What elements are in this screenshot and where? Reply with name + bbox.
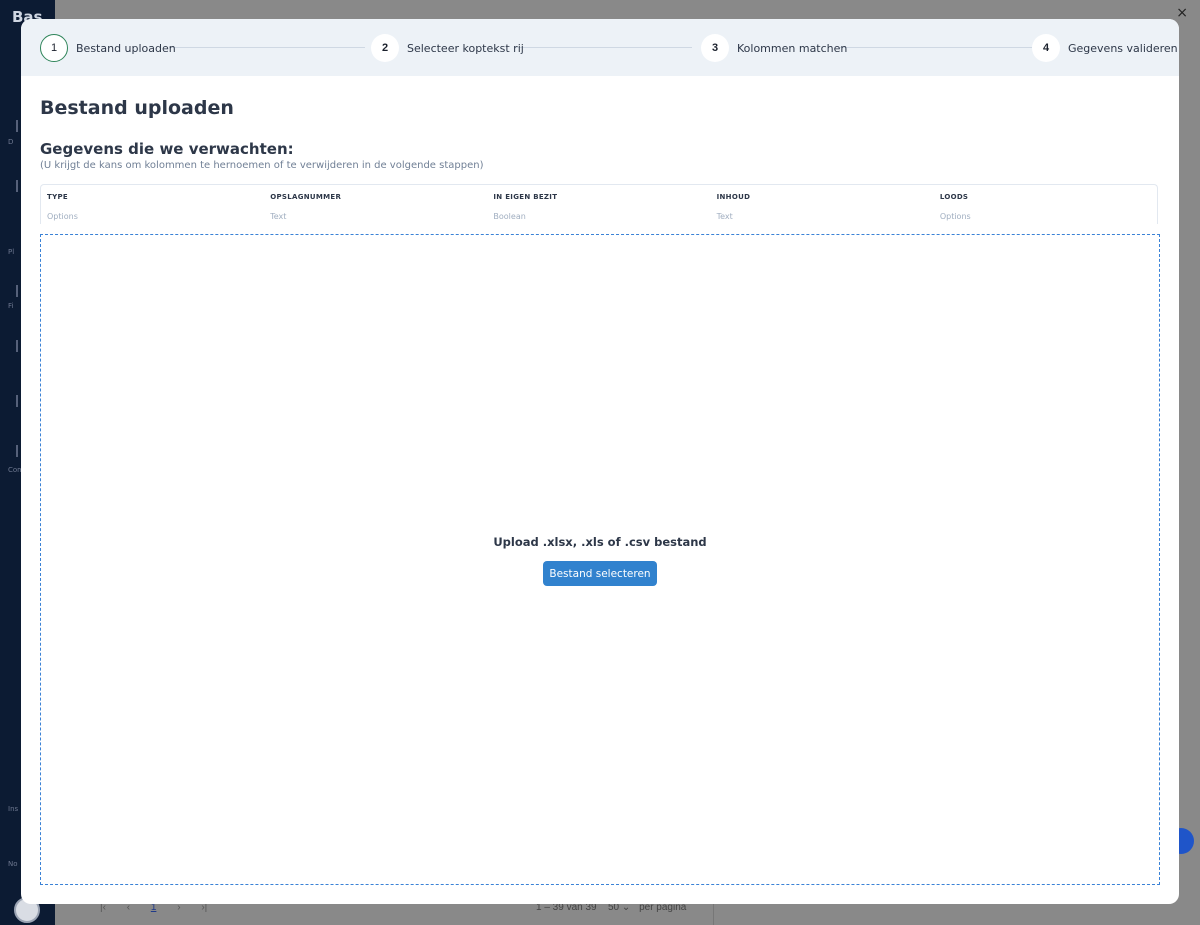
stepper: 1 Bestand uploaden 2 Selecteer koptekst … (21, 19, 1179, 76)
sidebar-label[interactable]: Fi (8, 302, 13, 310)
column-header: LOODS (939, 193, 969, 201)
step-connector (514, 47, 692, 48)
column-header: OPSLAGNUMMER (270, 193, 342, 201)
column-header: IN EIGEN BEZIT (493, 193, 558, 201)
step-upload[interactable]: 1 Bestand uploaden (40, 34, 176, 62)
sidebar-label[interactable]: Pl (8, 248, 14, 256)
dropzone-text: Upload .xlsx, .xls of .csv bestand (493, 535, 707, 549)
page-title: Bestand uploaden (40, 97, 234, 119)
table-column: IN EIGEN BEZIT Boolean (487, 185, 710, 224)
step-label: Kolommen matchen (737, 41, 848, 55)
sidebar-label[interactable]: No (8, 860, 18, 868)
sidebar-label[interactable]: D (8, 138, 13, 146)
column-header: TYPE (47, 193, 68, 201)
step-number: 3 (701, 34, 729, 62)
file-dropzone[interactable]: Upload .xlsx, .xls of .csv bestand Besta… (40, 234, 1160, 885)
section-hint: (U krijgt de kans om kolommen te hernoem… (40, 160, 484, 171)
column-type: Options (939, 212, 971, 221)
column-type: Text (270, 212, 287, 221)
column-type: Boolean (493, 212, 526, 221)
step-connector (169, 47, 365, 48)
column-type: Text (716, 212, 733, 221)
step-label: Selecteer koptekst rij (407, 41, 524, 55)
section-title: Gegevens die we verwachten: (40, 140, 294, 158)
expected-columns-table: TYPE Options OPSLAGNUMMER Text IN EIGEN … (40, 184, 1158, 224)
step-label: Bestand uploaden (76, 41, 176, 55)
step-validate[interactable]: 4 Gegevens valideren (1032, 34, 1178, 62)
step-number: 1 (40, 34, 68, 62)
select-file-button[interactable]: Bestand selecteren (543, 561, 657, 586)
sidebar-label[interactable]: Ins (8, 805, 18, 813)
table-column: INHOUD Text (711, 185, 934, 224)
step-number: 2 (371, 34, 399, 62)
table-column: LOODS Options (934, 185, 1157, 224)
step-match-columns[interactable]: 3 Kolommen matchen (701, 34, 847, 62)
column-type: Options (47, 212, 78, 221)
step-select-header[interactable]: 2 Selecteer koptekst rij (371, 34, 524, 62)
step-number: 4 (1032, 34, 1060, 62)
step-connector (838, 47, 1033, 48)
table-column: TYPE Options (41, 185, 264, 224)
step-label: Gegevens valideren (1068, 41, 1178, 55)
import-modal: 1 Bestand uploaden 2 Selecteer koptekst … (21, 19, 1179, 904)
table-column: OPSLAGNUMMER Text (264, 185, 487, 224)
column-header: INHOUD (716, 193, 751, 201)
